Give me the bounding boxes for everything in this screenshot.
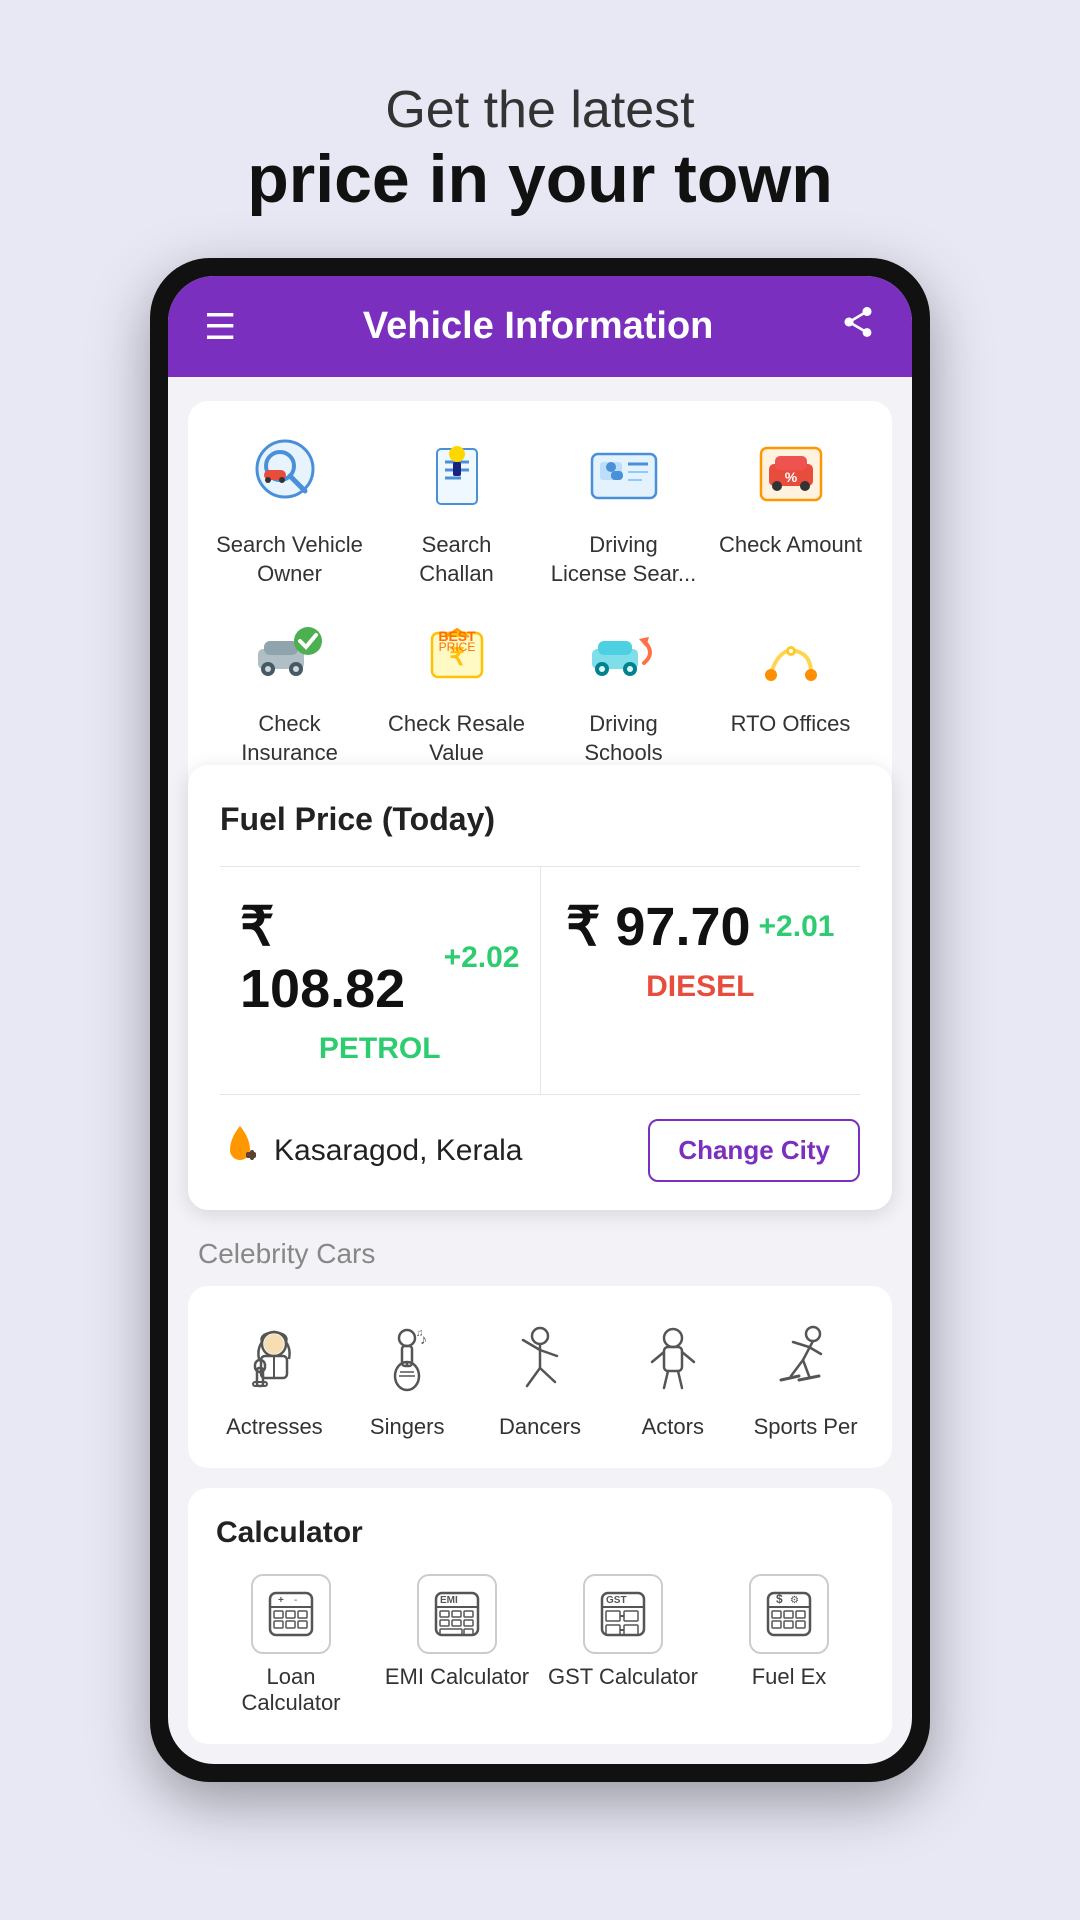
fuel-title: Fuel Price (Today)	[220, 801, 860, 838]
petrol-change: +2.02	[444, 941, 520, 975]
loan-calc-icon: + -	[251, 1574, 331, 1654]
celebrity-actors[interactable]: Actors	[614, 1314, 731, 1440]
hero-title: price in your town	[247, 140, 833, 218]
celebrity-sports[interactable]: Sports Per	[747, 1314, 864, 1440]
diesel-amount: ₹ 97.70 +2.01	[566, 895, 834, 958]
svg-text:+: +	[278, 1595, 284, 1606]
check-resale-label: Check Resale Value	[383, 710, 530, 767]
fuel-location: Kasaragod, Kerala Change City	[220, 1119, 860, 1182]
service-driving-license[interactable]: Driving License Sear...	[550, 429, 697, 588]
emi-calculator[interactable]: EMI EMI Calculator	[382, 1574, 532, 1716]
location-left: Kasaragod, Kerala	[220, 1122, 523, 1180]
app-header: ☰ Vehicle Information	[168, 276, 912, 377]
services-card: Search Vehicle Owner	[188, 401, 892, 795]
driving-schools-label: Driving Schools	[550, 710, 697, 767]
actors-label: Actors	[642, 1414, 704, 1440]
search-challan-icon	[412, 429, 502, 519]
svg-text:PRICE: PRICE	[438, 640, 475, 654]
search-vehicle-icon	[245, 429, 335, 519]
service-search-challan[interactable]: Search Challan	[383, 429, 530, 588]
gst-calc-label: GST Calculator	[548, 1664, 698, 1690]
fuel-prices: ₹ 108.82 +2.02 PETROL ₹ 97.70 +2.01 DIES…	[220, 866, 860, 1095]
driving-schools-icon	[579, 608, 669, 698]
svg-text:-: -	[294, 1595, 297, 1606]
fuel-ex-calc-icon: $ ⚙	[749, 1574, 829, 1654]
svg-text:%: %	[784, 469, 797, 485]
fuel-card: Fuel Price (Today) ₹ 108.82 +2.02 PETROL…	[188, 765, 892, 1210]
sports-icon	[761, 1314, 851, 1404]
services-grid: Search Vehicle Owner	[216, 429, 864, 767]
calculator-grid: + - Loan Calculator	[216, 1574, 864, 1716]
dancers-label: Dancers	[499, 1414, 581, 1440]
svg-text:GST: GST	[606, 1595, 627, 1606]
service-check-resale[interactable]: ₹ BEST PRICE Check Resale Value	[383, 608, 530, 767]
gst-calculator[interactable]: GST GST Calculator	[548, 1574, 698, 1716]
diesel-price-item: ₹ 97.70 +2.01 DIESEL	[541, 867, 861, 1094]
celebrity-section-header: Celebrity Cars	[168, 1210, 912, 1286]
petrol-label: PETROL	[319, 1032, 441, 1066]
search-challan-label: Search Challan	[383, 531, 530, 588]
petrol-value: ₹ 108.82	[240, 895, 436, 1020]
service-rto-offices[interactable]: RTO Offices	[717, 608, 864, 767]
check-insurance-icon	[245, 608, 335, 698]
actresses-label: Actresses	[226, 1414, 323, 1440]
rto-offices-icon	[746, 608, 836, 698]
fuel-ex-calc-label: Fuel Ex	[752, 1664, 827, 1690]
check-resale-icon: ₹ BEST PRICE	[412, 608, 502, 698]
celebrity-grid: Actresses ♪	[188, 1286, 892, 1468]
fuel-expense-calculator[interactable]: $ ⚙ Fuel Ex	[714, 1574, 864, 1716]
svg-text:EMI: EMI	[440, 1595, 458, 1606]
sports-label: Sports Per	[754, 1414, 858, 1440]
petrol-price-item: ₹ 108.82 +2.02 PETROL	[220, 867, 541, 1094]
driving-license-icon	[579, 429, 669, 519]
singers-label: Singers	[370, 1414, 445, 1440]
app-title: Vehicle Information	[363, 305, 714, 348]
svg-text:$: $	[776, 1592, 783, 1606]
diesel-label: DIESEL	[646, 970, 754, 1004]
phone-inner: ☰ Vehicle Information	[168, 276, 912, 1764]
service-check-insurance[interactable]: Check Insurance	[216, 608, 363, 767]
celebrity-dancers[interactable]: Dancers	[482, 1314, 599, 1440]
driving-license-label: Driving License Sear...	[550, 531, 697, 588]
hero-subtitle: Get the latest	[247, 80, 833, 140]
celebrity-actresses[interactable]: Actresses	[216, 1314, 333, 1440]
emi-calc-icon: EMI	[417, 1574, 497, 1654]
service-search-vehicle[interactable]: Search Vehicle Owner	[216, 429, 363, 588]
check-amount-icon: %	[746, 429, 836, 519]
actors-icon	[628, 1314, 718, 1404]
petrol-amount: ₹ 108.82 +2.02	[240, 895, 520, 1020]
search-vehicle-label: Search Vehicle Owner	[216, 531, 363, 588]
service-driving-schools[interactable]: Driving Schools	[550, 608, 697, 767]
diesel-value: ₹ 97.70	[566, 895, 751, 958]
menu-icon[interactable]: ☰	[204, 306, 236, 348]
phone-frame: ☰ Vehicle Information	[150, 258, 930, 1782]
fuel-drop-icon	[220, 1122, 260, 1180]
change-city-button[interactable]: Change City	[648, 1119, 860, 1182]
location-city: Kasaragod, Kerala	[274, 1134, 523, 1168]
check-amount-label: Check Amount	[719, 531, 862, 560]
svg-text:⚙: ⚙	[790, 1595, 799, 1606]
hero-section: Get the latest price in your town	[207, 0, 873, 258]
singers-icon: ♪ ♫	[362, 1314, 452, 1404]
rto-offices-label: RTO Offices	[731, 710, 851, 739]
celebrity-singers[interactable]: ♪ ♫ Singers	[349, 1314, 466, 1440]
gst-calc-icon: GST	[583, 1574, 663, 1654]
calculator-section: Calculator + -	[188, 1488, 892, 1744]
calculator-title: Calculator	[216, 1516, 864, 1550]
actresses-icon	[229, 1314, 319, 1404]
loan-calculator[interactable]: + - Loan Calculator	[216, 1574, 366, 1716]
check-insurance-label: Check Insurance	[216, 710, 363, 767]
svg-text:♫: ♫	[416, 1328, 424, 1339]
diesel-change: +2.01	[759, 910, 835, 944]
dancers-icon	[495, 1314, 585, 1404]
service-check-amount[interactable]: % Check Amount	[717, 429, 864, 588]
emi-calc-label: EMI Calculator	[385, 1664, 529, 1690]
share-icon[interactable]	[840, 304, 876, 349]
loan-calc-label: Loan Calculator	[216, 1664, 366, 1716]
